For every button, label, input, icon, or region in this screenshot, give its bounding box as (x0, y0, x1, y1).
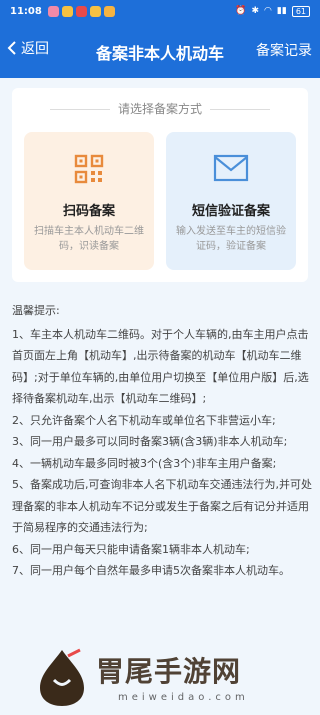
record-button[interactable]: 备案记录 (256, 40, 312, 60)
status-indicators: ⏰ ✱ ◠ ▮▮ 61 (235, 5, 310, 17)
watermark-logo-icon (40, 648, 84, 706)
back-label: 返回 (21, 41, 49, 57)
nav-bar: 返回 备案非本人机动车 备案记录 (0, 22, 320, 78)
tip-item: 7、同一用户每个自然年最多申请5次备案非本人机动车。 (12, 564, 290, 577)
watermark: 胃尾手游网 meiweidao.com (0, 638, 320, 715)
qr-code-icon (74, 154, 104, 184)
app-notification-icon (61, 5, 73, 17)
scan-option-button[interactable]: 扫码备案 扫描车主本人机动车二维码，识读备案 (24, 132, 154, 270)
chevron-left-icon (7, 41, 16, 55)
app-notification-icon (89, 5, 101, 17)
notification-icons (47, 5, 115, 17)
app-notification-icon (75, 5, 87, 17)
sms-option-desc: 输入发送至车主的短信验证码，验证备案 (176, 226, 286, 252)
tip-item: 4、一辆机动车最多同时被3个(含3个)非车主用户备案; (12, 456, 277, 470)
battery-icon: 61 (291, 5, 310, 17)
tips-heading: 温馨提示: (12, 304, 60, 317)
tips-section: 温馨提示: 1、车主本人机动车二维码。对于个人车辆的,由车主用户点击首页面左上角… (12, 300, 312, 582)
alarm-icon: ⏰ (235, 6, 247, 16)
tip-item: 6、同一用户每天只能申请备案1辆非本人机动车; (12, 542, 250, 556)
signal-icon: ▮▮ (276, 6, 287, 16)
app-notification-icon (103, 5, 115, 17)
tip-item: 5、备案成功后,可查询非本人名下机动车交通违法行为,并可处理备案的非本人机动车不… (12, 478, 312, 534)
sms-option-button[interactable]: 短信验证备案 输入发送至车主的短信验证码，验证备案 (166, 132, 296, 270)
watermark-text: 胃尾手游网 (96, 655, 242, 688)
tip-item: 1、车主本人机动车二维码。对于个人车辆的,由车主用户点击首页面左上角【机动车】,… (12, 327, 309, 406)
back-button[interactable]: 返回 (6, 38, 49, 58)
envelope-icon (213, 154, 249, 182)
watermark-url: meiweidao.com (118, 692, 249, 703)
scan-option-desc: 扫描车主本人机动车二维码，识读备案 (34, 226, 144, 252)
bluetooth-icon: ✱ (251, 6, 260, 16)
wifi-icon: ◠ (264, 6, 272, 16)
status-time: 11:08 (10, 5, 42, 17)
tip-item: 3、同一用户最多可以同时备案3辆(含3辆)非本人机动车; (12, 435, 288, 448)
sms-option-label: 短信验证备案 (191, 204, 270, 219)
tip-item: 2、只允许备案个人名下机动车或单位名下非营运小车; (12, 413, 276, 427)
card-title: 请选择备案方式 (12, 100, 308, 117)
scan-option-label: 扫码备案 (62, 204, 115, 219)
app-notification-icon (47, 5, 59, 17)
method-card: 请选择备案方式 扫码备案 扫描车主本人机动车二维码，识读备案 短信验证备案 输入… (12, 88, 308, 282)
status-bar: 11:08 ⏰ ✱ ◠ ▮▮ 61 (0, 0, 320, 22)
